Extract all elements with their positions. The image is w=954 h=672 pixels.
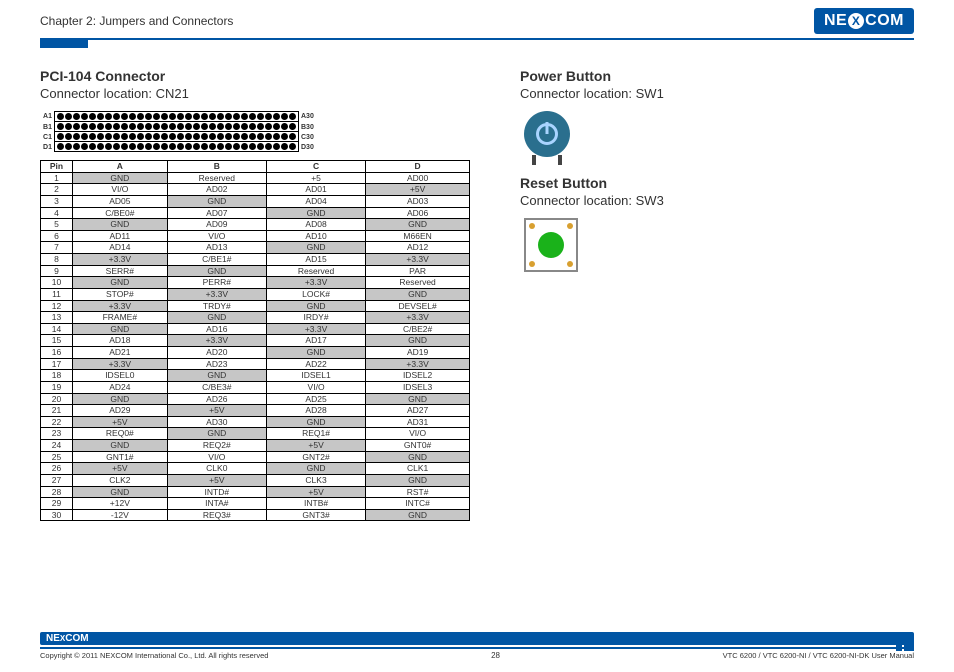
reset-button-diagram (524, 218, 578, 272)
footer-logo: NEXCOM (40, 632, 914, 645)
pci104-location: Connector location: CN21 (40, 86, 470, 101)
power-button-title: Power Button (520, 68, 914, 84)
footer-copyright: Copyright © 2011 NEXCOM International Co… (40, 651, 268, 660)
header-rule (40, 38, 914, 40)
reset-button-title: Reset Button (520, 175, 914, 191)
chapter-title: Chapter 2: Jumpers and Connectors (40, 14, 233, 28)
power-icon (536, 123, 558, 145)
reset-dot-icon (538, 232, 564, 258)
footer-doc-title: VTC 6200 / VTC 6200-NI / VTC 6200-NI-DK … (723, 651, 914, 660)
reset-button-location: Connector location: SW3 (520, 193, 914, 208)
brand-logo: NEXCOM (814, 8, 914, 34)
power-button-location: Connector location: SW1 (520, 86, 914, 101)
power-button-diagram (524, 111, 570, 157)
page-number: 28 (491, 651, 500, 660)
pci104-title: PCI-104 Connector (40, 68, 470, 84)
pci104-connector-diagram: A1A30B1B30C1C30D1D30 (40, 111, 470, 152)
pci104-pinout-table: PinABCD 1GNDReserved+5AD002VI/OAD02AD01+… (40, 160, 470, 521)
footer-rule (40, 647, 914, 649)
